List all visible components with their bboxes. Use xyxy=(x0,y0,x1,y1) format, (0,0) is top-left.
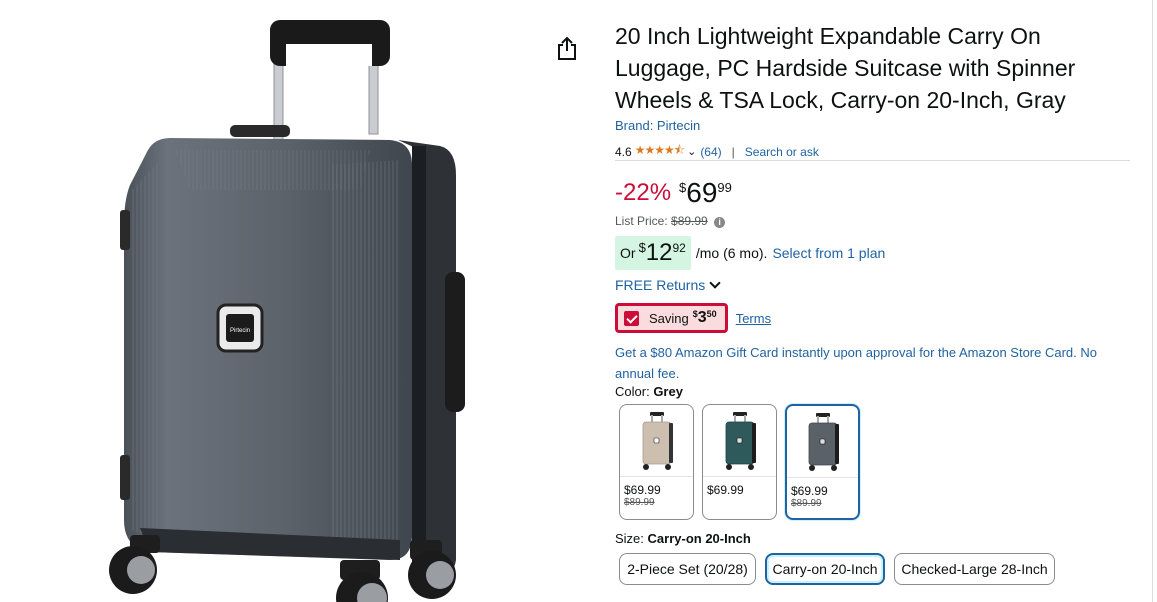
color-label: Color: Grey xyxy=(615,384,683,399)
free-returns-link[interactable]: FREE Returns xyxy=(615,277,721,293)
size-option-carry-on-20[interactable]: Carry-on 20-Inch xyxy=(765,553,885,585)
review-count-link[interactable]: (64) xyxy=(700,145,721,159)
color-swatch-beige[interactable]: $69.99 $89.99 xyxy=(619,404,694,520)
list-price: List Price: $89.99 i xyxy=(615,214,726,228)
price-whole: 69 xyxy=(686,177,718,208)
price-block: -22% $ 69 99 xyxy=(615,176,732,210)
info-icon[interactable]: i xyxy=(714,217,726,228)
monthly-whole: 12 xyxy=(645,239,673,266)
free-returns-label: FREE Returns xyxy=(615,277,706,293)
product-image[interactable]: Pirtecin xyxy=(0,0,555,602)
size-label: Size: Carry-on 20-Inch xyxy=(615,531,751,546)
suitcase-thumbnail-icon xyxy=(725,411,756,470)
monthly-payment: Or $ 12 92 /mo (6 mo). Select from 1 pla… xyxy=(615,236,885,270)
separator: | xyxy=(731,144,735,159)
product-title: 20 Inch Lightweight Expandable Carry On … xyxy=(615,23,1076,113)
chevron-down-icon xyxy=(709,277,721,289)
monthly-or-label: Or xyxy=(620,245,636,261)
rating-row: 4.6 ★★★★⯪ ⌄ (64) | Search or ask xyxy=(615,141,819,162)
suitcase-thumbnail-icon xyxy=(642,411,673,470)
monthly-fraction: 92 xyxy=(672,241,686,255)
share-icon[interactable] xyxy=(556,35,578,61)
size-option-2-piece-set[interactable]: 2-Piece Set (20/28) xyxy=(619,553,756,585)
price-fraction: 99 xyxy=(717,180,732,195)
swatch-list-price: $89.99 xyxy=(791,498,822,509)
price-symbol: $ xyxy=(679,180,687,195)
swatch-image xyxy=(787,406,858,478)
suitcase-thumbnail-icon xyxy=(808,412,839,471)
gift-card-offer-link[interactable]: Get a $80 Amazon Gift Card instantly upo… xyxy=(615,342,1115,384)
suitcase-illustration: Pirtecin xyxy=(109,20,465,602)
monthly-term: /mo (6 mo). xyxy=(695,245,768,261)
monthly-price-badge: Or $ 12 92 xyxy=(615,236,691,270)
chevron-down-icon[interactable]: ⌄ xyxy=(687,145,696,158)
rating-value: 4.6 xyxy=(615,144,632,159)
size-option-checked-large-28[interactable]: Checked-Large 28-Inch xyxy=(894,553,1055,585)
divider xyxy=(615,160,1130,161)
swatch-image xyxy=(703,405,776,477)
swatch-price: $69.99 xyxy=(624,483,661,497)
select-plan-link[interactable]: Select from 1 plan xyxy=(772,245,885,261)
saving-label: Saving xyxy=(649,310,689,326)
swatch-price: $69.99 xyxy=(707,483,744,497)
color-label-text: Color: xyxy=(615,384,650,399)
coupon-row: Saving $ 3 50 Terms xyxy=(615,303,771,333)
brand-link[interactable]: Brand: Pirtecin xyxy=(615,118,700,133)
saving-whole: 3 xyxy=(697,309,707,326)
suitcase-logo-text: Pirtecin xyxy=(230,328,250,334)
swatch-list-price: $89.99 xyxy=(624,497,655,508)
saving-fraction: 50 xyxy=(706,309,717,319)
checkbox-checked-icon[interactable] xyxy=(624,310,639,326)
size-label-text: Size: xyxy=(615,531,644,546)
color-selected: Grey xyxy=(653,384,683,399)
discount-percent: -22% xyxy=(615,179,672,206)
swatch-price: $69.99 xyxy=(791,484,828,498)
list-price-value: $89.99 xyxy=(671,214,708,228)
swatch-image xyxy=(620,405,693,477)
color-swatch-grey[interactable]: $69.99 $89.99 xyxy=(785,404,860,520)
coupon-checkbox-button[interactable]: Saving $ 3 50 xyxy=(615,303,728,333)
search-or-ask-link[interactable]: Search or ask xyxy=(745,145,819,159)
star-rating-icon[interactable]: ★★★★⯪ xyxy=(635,141,685,162)
saving-symbol: $ xyxy=(692,309,698,319)
size-selected: Carry-on 20-Inch xyxy=(647,531,751,546)
terms-link[interactable]: Terms xyxy=(736,311,771,326)
list-price-label: List Price: xyxy=(615,214,668,228)
color-swatch-teal[interactable]: $69.99 xyxy=(702,404,777,520)
monthly-symbol: $ xyxy=(638,240,646,255)
right-divider xyxy=(1152,0,1153,602)
